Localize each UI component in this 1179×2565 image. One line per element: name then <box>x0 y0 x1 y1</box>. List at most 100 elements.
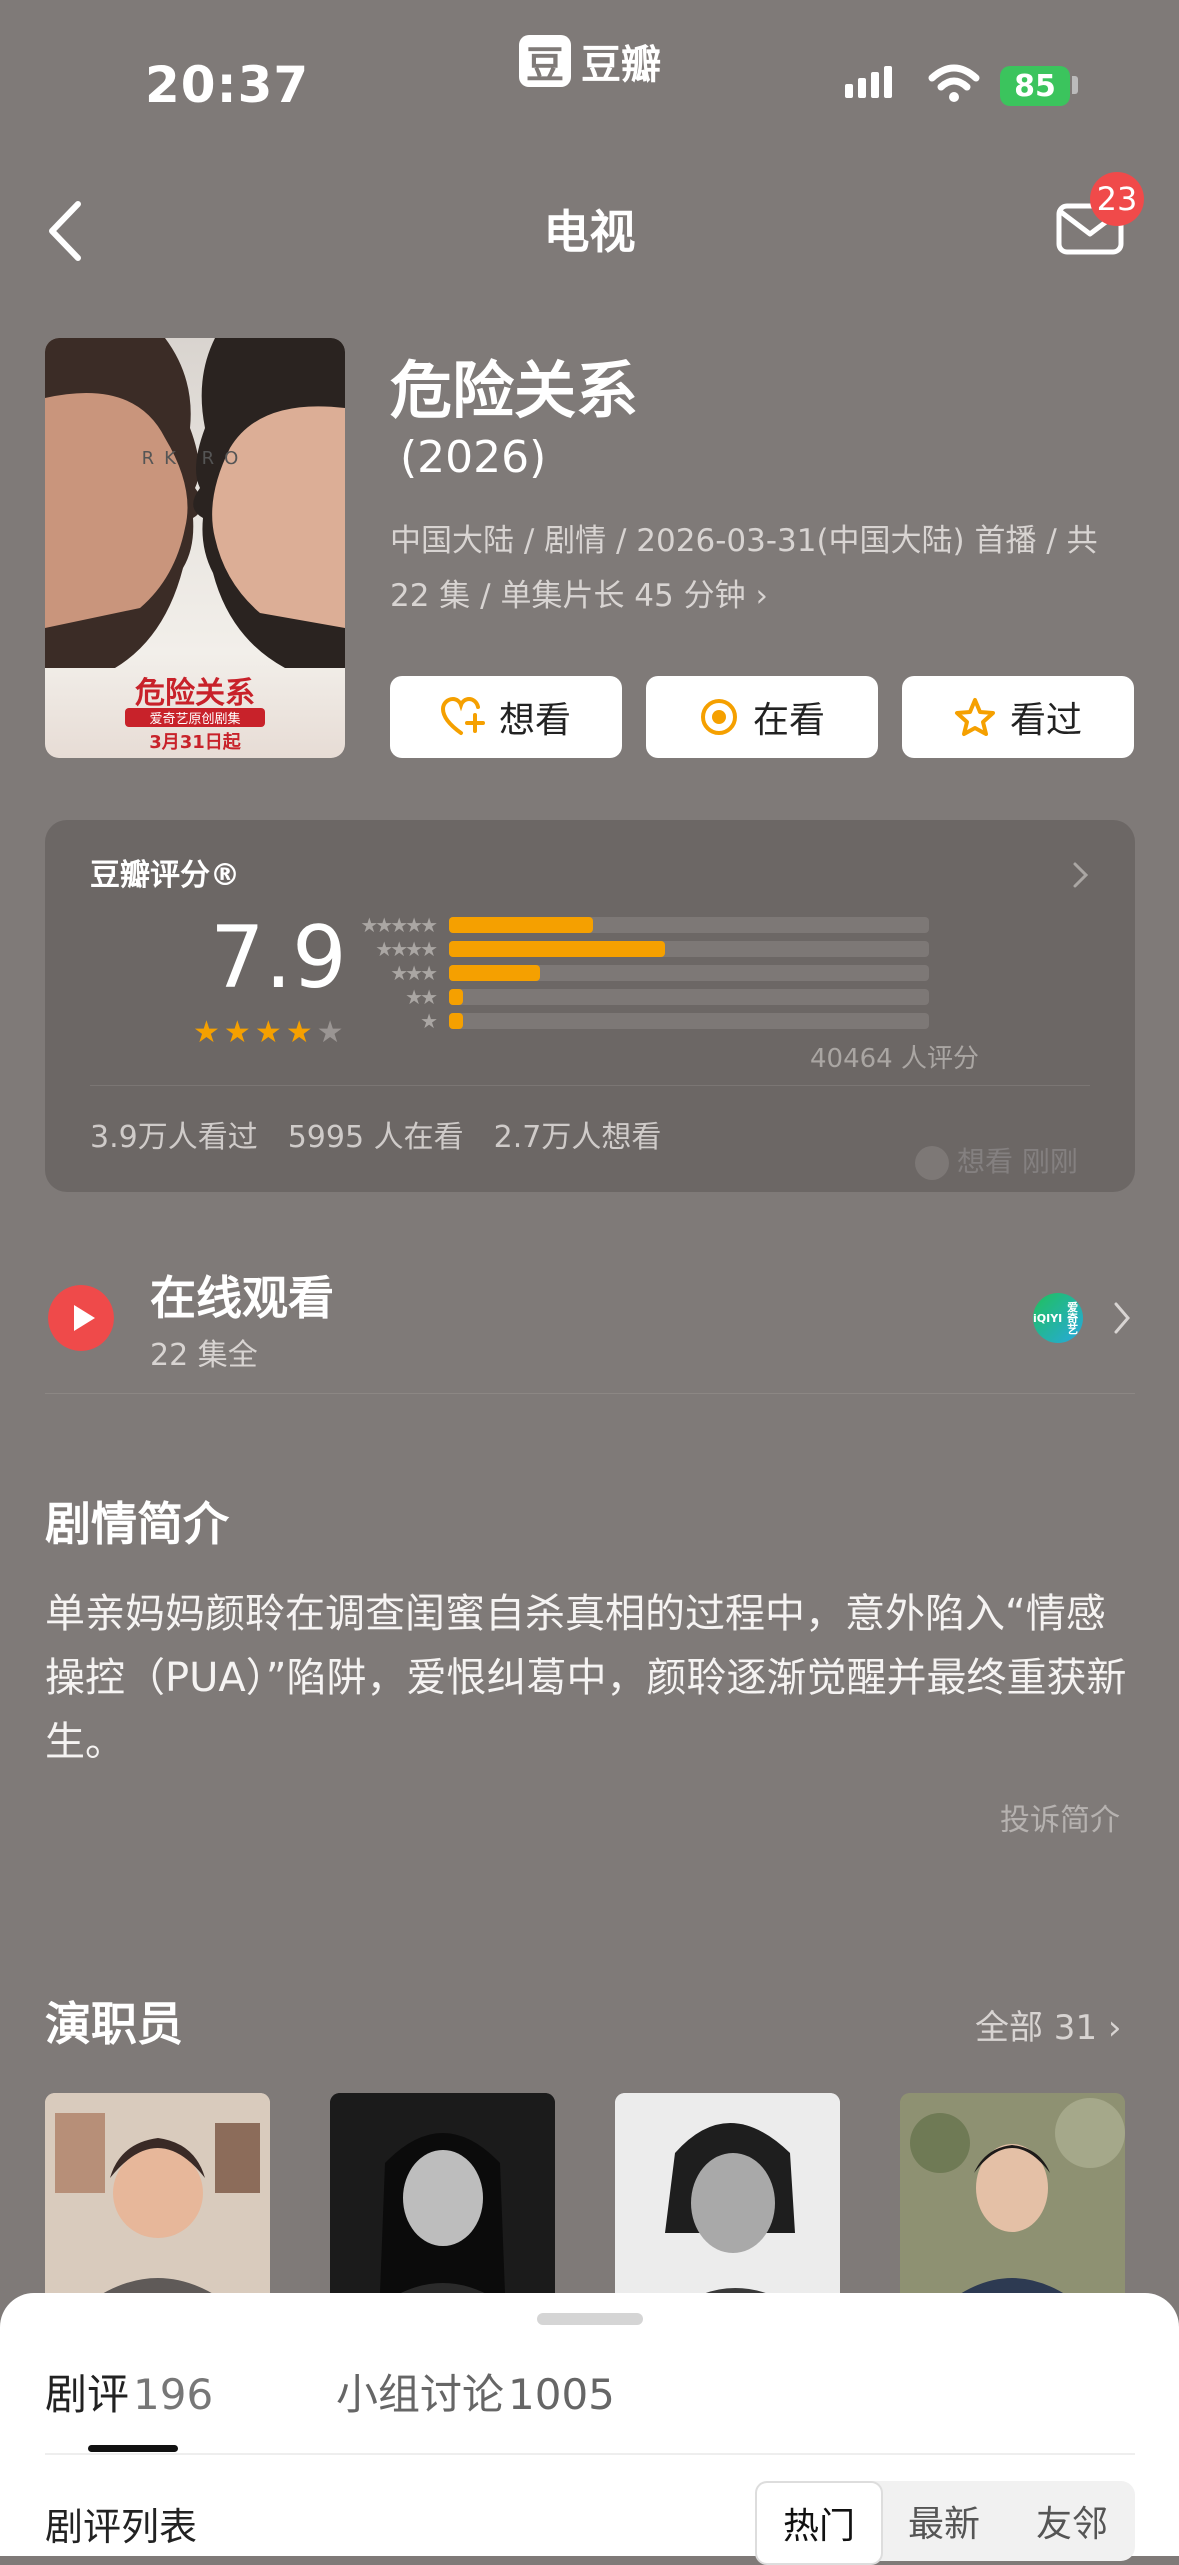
show-year: (2026) <box>400 432 547 483</box>
play-icon[interactable] <box>48 1285 114 1351</box>
section-divider <box>45 1393 1135 1394</box>
cast-photo-art <box>900 2093 1125 2313</box>
iqiyi-logo-text: iQIYI <box>1033 1311 1063 1325</box>
cast-all-link[interactable]: 全部 31 › <box>975 2000 1122 2049</box>
battery-icon: 85 <box>1000 66 1070 106</box>
poster-subtitle: 爱奇艺原创剧集 <box>125 708 265 727</box>
sort-latest-button[interactable]: 最新 <box>881 2481 1007 2561</box>
sort-hot-button[interactable]: 热门 <box>755 2481 883 2565</box>
battery-tip <box>1072 76 1078 94</box>
wifi-icon <box>928 64 980 102</box>
card-divider <box>90 1085 1090 1086</box>
rating-bar-stars-icon: ★★★★★ <box>360 913 438 937</box>
avatar <box>915 1146 949 1180</box>
star-filled-icon: ★ <box>254 1015 282 1050</box>
reviews-sheet[interactable]: 剧评196 小组讨论1005 剧评列表 热门 最新 友邻 <box>0 2293 1179 2565</box>
summary-title: 剧情简介 <box>45 1497 229 1551</box>
watched-button[interactable]: 看过 <box>902 676 1134 758</box>
status-time: 20:37 <box>145 56 310 114</box>
rating-bar-row: ★ <box>325 1009 929 1033</box>
cast-member-photo[interactable] <box>45 2093 270 2313</box>
watch-stats: 3.9万人看过 5995 人在看 2.7万人想看 <box>90 1112 661 1156</box>
tab-indicator <box>88 2445 178 2452</box>
battery-level: 85 <box>1014 68 1056 104</box>
tab-group-discussion[interactable]: 小组讨论1005 <box>336 2361 615 2422</box>
watched-label: 看过 <box>1009 700 1082 741</box>
page-title: 电视 <box>543 205 636 259</box>
rating-distribution: ★★★★★ ★★★★ ★★★ ★★ ★ <box>325 913 929 1034</box>
app-brand: 豆 豆瓣 <box>519 32 661 90</box>
rating-bar-row: ★★★★ <box>325 937 929 961</box>
app-name: 豆瓣 <box>581 42 661 88</box>
cast-all-label: 全部 31 <box>975 2008 1098 2048</box>
cast-member-photo[interactable] <box>330 2093 555 2313</box>
chevron-right-icon[interactable] <box>1112 1300 1132 1336</box>
platform-name: 爱奇艺 <box>1067 1300 1079 1336</box>
summary-text: 单亲妈妈颜聆在调查闺蜜自杀真相的过程中，意外陷入“情感操控（PUA）”陷阱，爱恨… <box>45 1591 1127 1765</box>
rating-bar-fill <box>449 941 665 957</box>
rating-bar-fill <box>449 989 464 1005</box>
heart-plus-icon <box>440 697 485 735</box>
chevron-right-icon: › <box>755 578 768 614</box>
poster-image[interactable]: RK RO 危险关系 爱奇艺原创剧集 3月31日起 <box>45 338 345 758</box>
tab-reviews-count: 196 <box>133 2370 214 2419</box>
show-meta[interactable]: 中国大陆 / 剧情 / 2026-03-31(中国大陆) 首播 / 共 22 集… <box>390 514 1135 624</box>
chevron-right-icon <box>1073 862 1089 888</box>
star-filled-icon: ★ <box>193 1015 220 1050</box>
review-list-title: 剧评列表 <box>45 2505 198 2549</box>
rating-bar-fill <box>449 1013 464 1029</box>
recent-activity-text: 想看 刚刚 <box>957 1145 1078 1178</box>
tab-reviews[interactable]: 剧评196 <box>45 2361 213 2422</box>
target-icon <box>700 699 737 735</box>
watched-count: 3.9万人看过 <box>90 1120 258 1155</box>
cast-photo-art <box>45 2093 270 2313</box>
rating-bar-row: ★★★★★ <box>325 913 929 937</box>
douban-logo-icon: 豆 <box>519 35 571 87</box>
show-meta-text: 中国大陆 / 剧情 / 2026-03-31(中国大陆) 首播 / 共 22 集… <box>390 523 1098 614</box>
rating-card[interactable]: 豆瓣评分® 7.9 ★ ★ ★ ★ ★ ★★★★★ ★★★★ ★★★ ★★ ★ 40464 人评… <box>45 820 1135 1192</box>
star-icon <box>954 698 995 736</box>
rating-bar-fill <box>449 917 593 933</box>
tab-group-label: 小组讨论 <box>336 2370 505 2419</box>
cast-photo-art <box>330 2093 555 2313</box>
cast-member-photo[interactable] <box>615 2093 840 2313</box>
rating-bar-fill <box>449 965 541 981</box>
online-watch-title[interactable]: 在线观看 <box>150 1262 334 1328</box>
review-sort-control: 热门 最新 友邻 <box>755 2481 1135 2565</box>
rating-bar-row: ★★★ <box>325 961 929 985</box>
recent-activity: 想看 刚刚 <box>915 1140 1078 1180</box>
show-title: 危险关系 <box>390 354 639 427</box>
watching-label: 在看 <box>752 700 825 741</box>
cellular-signal-icon <box>845 66 892 98</box>
tab-reviews-label: 剧评 <box>45 2370 130 2419</box>
sheet-drag-handle[interactable] <box>537 2313 643 2325</box>
rating-votes: 40464 人评分 <box>810 1044 979 1074</box>
rating-bar-track <box>449 917 929 933</box>
star-filled-icon: ★ <box>223 1015 251 1050</box>
cast-title: 演职员 <box>45 1997 183 2051</box>
report-summary-link[interactable]: 投诉简介 <box>1000 1795 1120 1839</box>
star-filled-icon: ★ <box>285 1015 313 1050</box>
poster-caption: RK RO <box>141 448 249 469</box>
chevron-right-icon: › <box>1107 2008 1122 2048</box>
rating-bar-track <box>449 965 929 981</box>
tab-group-count: 1005 <box>508 2370 615 2419</box>
watching-button[interactable]: 在看 <box>646 676 878 758</box>
rating-stars: ★ ★ ★ ★ ★ <box>193 1015 344 1050</box>
watching-count: 5995 人在看 <box>287 1120 464 1155</box>
cast-member-photo[interactable] <box>900 2093 1125 2313</box>
poster-title: 危险关系 <box>135 676 255 711</box>
sheet-divider <box>45 2453 1135 2455</box>
notification-badge: 23 <box>1090 172 1144 226</box>
rating-bar-row: ★★ <box>325 985 929 1009</box>
sort-friends-button[interactable]: 友邻 <box>1009 2481 1135 2561</box>
rating-bar-stars-icon: ★★★ <box>390 961 438 985</box>
online-watch-subtitle: 22 集全 <box>150 1338 258 1373</box>
rating-bar-stars-icon: ★★★★ <box>375 937 438 961</box>
rating-bar-stars-icon: ★ <box>420 1009 438 1033</box>
want-to-watch-button[interactable]: 想看 <box>390 676 622 758</box>
iqiyi-logo-icon[interactable]: iQIYI 爱奇艺 <box>1033 1293 1083 1343</box>
rating-title: 豆瓣评分® <box>90 858 240 893</box>
want-to-watch-label: 想看 <box>498 700 571 741</box>
rating-bar-track <box>449 989 929 1005</box>
